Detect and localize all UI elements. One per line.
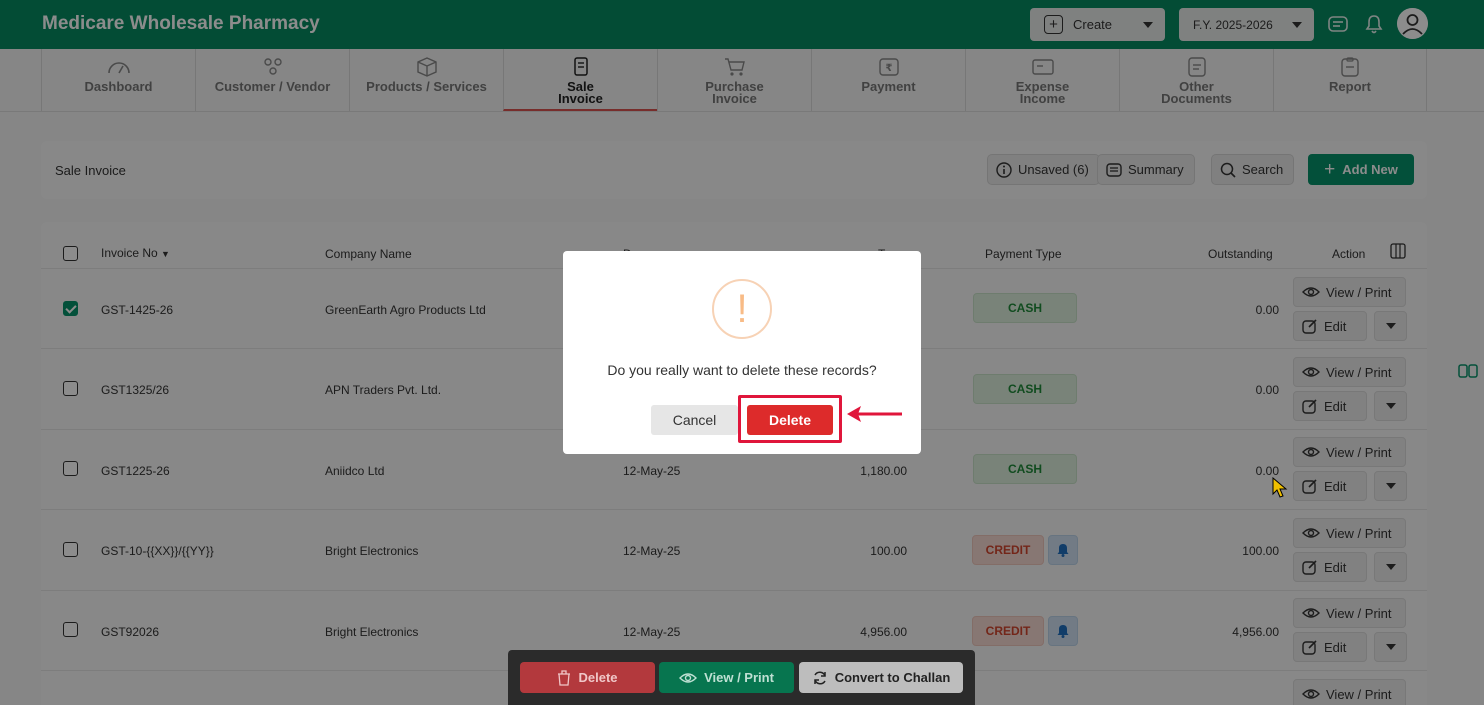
convert-to-challan-button[interactable]: Convert to Challan (799, 662, 963, 693)
trash-icon (558, 669, 571, 686)
bulk-delete-label: Delete (578, 670, 618, 685)
highlight-box (738, 395, 842, 443)
bulk-view-label: View / Print (704, 670, 774, 685)
eye-icon (679, 672, 698, 683)
refresh-icon (813, 670, 826, 685)
bulk-action-bar: Delete View / Print Convert to Challan (508, 650, 975, 705)
mouse-cursor-icon (1272, 477, 1288, 498)
cancel-button[interactable]: Cancel (651, 405, 738, 435)
convert-label: Convert to Challan (834, 670, 951, 685)
bulk-delete-button[interactable]: Delete (520, 662, 655, 693)
dialog-message: Do you really want to delete these recor… (607, 362, 877, 378)
warning-icon: ! (712, 279, 772, 339)
arrow-left-icon (847, 406, 902, 422)
bulk-view-print-button[interactable]: View / Print (659, 662, 794, 693)
